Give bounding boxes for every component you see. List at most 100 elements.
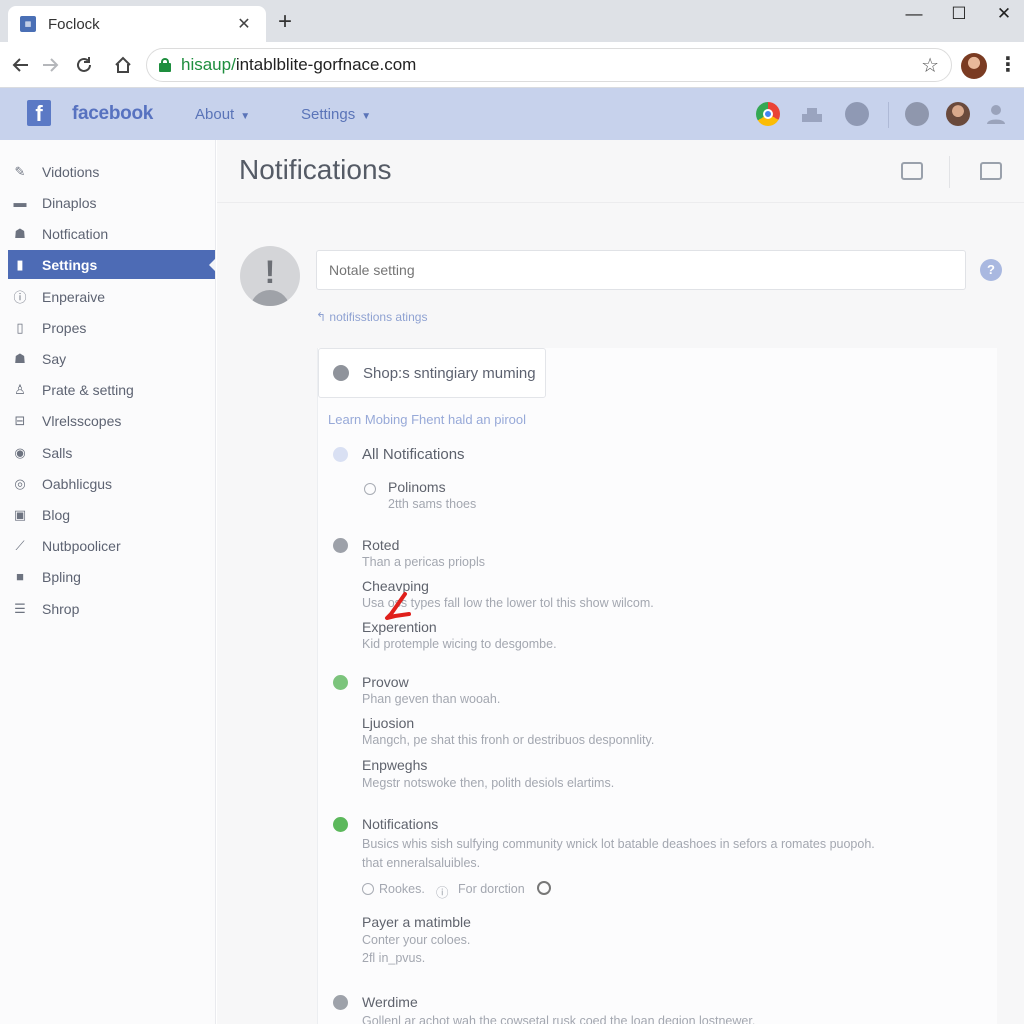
user-outline-icon: ♙ [14, 381, 26, 397]
window-icon: ⊟ [14, 412, 26, 428]
section-desc: Megstr notswoke then, polith desiols ela… [362, 776, 615, 790]
address-bar[interactable]: hisaup/intablblite-gorfnace.com ☆ [146, 48, 952, 82]
section-desc: Busics whis sish sulfying community wnic… [362, 837, 875, 851]
section-desc: Gollenl ar achot wah the cowsetal rusk c… [362, 1014, 756, 1024]
chrome-icon[interactable] [756, 102, 780, 126]
browser-toolbar: hisaup/intablblite-gorfnace.com ☆ ⋮ [0, 42, 1024, 88]
cursor-arrow-icon [385, 592, 411, 620]
title-divider [949, 156, 950, 188]
sidebar-item-enperaive[interactable]: ⓘ Enperaive [8, 282, 215, 311]
card-icon: ▬ [13, 195, 27, 210]
sidebar: ✎ Vidotions ▬ Dinaplos ☗ Notfication ▮ Setti… [0, 140, 216, 1024]
minimize-icon[interactable]: — [899, 4, 929, 24]
section-desc-line-2: 2fl in_pvus. [362, 951, 426, 965]
section-title: Payer a matimble [362, 914, 471, 930]
menu-about[interactable]: About ▼ [195, 106, 250, 123]
page-title: Notifications [239, 154, 392, 185]
friends-icon[interactable] [800, 102, 824, 126]
home-icon[interactable] [110, 52, 136, 78]
close-tab-icon[interactable]: ✕ [234, 14, 254, 34]
lock-icon: ▣ [13, 506, 27, 522]
menu-dots-icon[interactable]: ⋮ [998, 52, 1018, 77]
check-circle-icon[interactable] [333, 538, 348, 553]
window-close-icon[interactable]: ✕ [989, 4, 1019, 24]
document-icon: ▯ [16, 319, 24, 335]
facebook-logo-icon[interactable]: f [27, 100, 51, 126]
section-desc: Mangch, pe shat this fronh or destribuos… [362, 733, 655, 747]
main-content: Notifications ! ? ↰ notifisstions atings… [217, 140, 1024, 1024]
list-icon: ☰ [14, 600, 26, 616]
pen-icon: ✎ [14, 163, 26, 179]
star-icon[interactable]: ☆ [921, 53, 939, 78]
globe-icon: ◉ [14, 444, 26, 460]
section-desc-line-2: that enneralsaluibles. [362, 856, 481, 870]
sidebar-item-notfication[interactable]: ☗ Notfication [8, 219, 215, 248]
sidebar-item-propes[interactable]: ▯ Propes [8, 313, 215, 342]
sidebar-item-vlrelsscopes[interactable]: ⊟ Vlrelsscopes [8, 406, 215, 435]
bars-icon: ▮ [16, 256, 24, 272]
radio-icon[interactable] [362, 883, 374, 895]
back-arrow-icon: ↰ [316, 310, 330, 324]
header-divider [888, 102, 889, 128]
radio-icon[interactable] [364, 483, 376, 495]
person-icon: ☗ [14, 225, 26, 241]
section-desc: Usa oss types fall low the lower tol thi… [362, 596, 654, 610]
sidebar-item-vidotions[interactable]: ✎ Vidotions [8, 157, 215, 186]
sidebar-item-dinaplos[interactable]: ▬ Dinaplos [8, 188, 215, 217]
setting-search-input[interactable] [316, 250, 966, 290]
help-icon[interactable]: ? [980, 259, 1002, 281]
brand-wordmark[interactable]: facebook [72, 103, 153, 125]
globe-icon[interactable] [845, 102, 869, 126]
gear-icon[interactable] [905, 102, 929, 126]
maximize-icon[interactable]: ☐ [944, 4, 974, 24]
section-title: Ljuosion [362, 715, 415, 731]
profile-avatar[interactable] [961, 53, 987, 79]
edit-icon[interactable] [901, 162, 923, 180]
browser-tab[interactable]: ▦ Foclock ✕ [8, 6, 266, 42]
site-header: f facebook About ▼ Settings ▼ [0, 88, 1024, 140]
section-desc: Phan geven than wooah. [362, 692, 501, 706]
sidebar-item-salls[interactable]: ◉ Salls [8, 438, 215, 467]
sidebar-item-oabhlicgus[interactable]: ◎ Oabhlicgus [8, 469, 215, 498]
section-desc: 2tth sams thoes [388, 497, 477, 511]
menu-settings[interactable]: Settings ▼ [301, 106, 371, 123]
title-divider-line [217, 202, 1024, 203]
reload-icon[interactable] [71, 52, 97, 78]
sidebar-item-bpling[interactable]: ■ Bpling [8, 562, 215, 591]
sidebar-item-say[interactable]: ☗ Say [8, 344, 215, 373]
tab-strip: ▦ Foclock ✕ + — ☐ ✕ [0, 0, 1024, 42]
section-desc: Kid protemple wicing to desgombe. [362, 637, 557, 651]
sidebar-item-prate-setting[interactable]: ♙ Prate & setting [8, 375, 215, 404]
card-header[interactable]: Shop:s sntingiary muming [318, 348, 546, 398]
warning-avatar: ! [240, 246, 300, 306]
sidebar-item-nutbpoolicer[interactable]: ⟋ Nutbpoolicer [8, 531, 215, 560]
arrow-right-icon[interactable] [37, 52, 63, 78]
green-check-icon[interactable] [333, 675, 348, 690]
account-icon[interactable] [984, 102, 1008, 126]
clock-icon[interactable] [333, 995, 348, 1010]
learn-more-link[interactable]: Learn Mobing Fhent hald an pirool [328, 412, 526, 427]
back-link[interactable]: ↰ notifisstions atings [316, 310, 427, 324]
refresh-icon[interactable] [537, 881, 551, 895]
section-desc: Conter your coloes. [362, 933, 471, 947]
new-tab-icon[interactable]: + [272, 9, 298, 35]
section-title: Roted [362, 537, 400, 553]
sidebar-item-shrop[interactable]: ☰ Shrop [8, 594, 215, 623]
box-icon: ■ [16, 569, 24, 584]
sidebar-item-blog[interactable]: ▣ Blog [8, 500, 215, 529]
section-title: Enpweghs [362, 757, 428, 773]
lock-icon [159, 58, 171, 72]
exclamation-icon: ! [264, 254, 276, 290]
section-title: Provow [362, 674, 409, 690]
sidebar-item-settings[interactable]: ▮ Settings [8, 250, 216, 279]
target-icon: ◎ [14, 475, 26, 491]
green-check-icon[interactable] [333, 817, 348, 832]
toggle-dot-icon [333, 365, 349, 381]
arrow-left-icon[interactable] [8, 52, 34, 78]
chat-icon[interactable] [980, 162, 1002, 180]
section-desc: Than a pericas priopls [362, 555, 485, 569]
user-avatar[interactable] [946, 102, 970, 126]
tab-title: Foclock [48, 15, 100, 33]
all-notifications-heading: All Notifications [362, 446, 465, 463]
settings-card: Shop:s sntingiary muming Learn Mobing Fh… [317, 348, 997, 1024]
